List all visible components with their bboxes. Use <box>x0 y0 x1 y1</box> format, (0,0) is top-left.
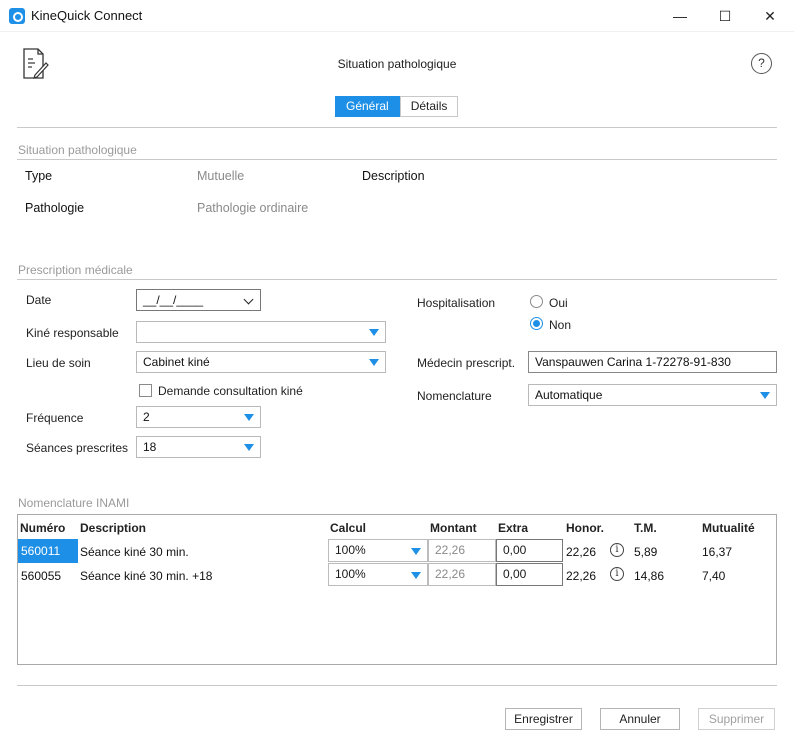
type-value: Mutuelle <box>197 169 245 183</box>
frequence-select[interactable]: 2 <box>136 406 261 428</box>
row2-calcul: 100% <box>335 567 366 581</box>
frequence-label: Fréquence <box>26 411 84 425</box>
seances-select[interactable]: 18 <box>136 436 261 458</box>
hospitalisation-label: Hospitalisation <box>417 296 496 310</box>
window-title: KineQuick Connect <box>31 8 143 23</box>
row1-mutualite: 16,37 <box>702 545 733 559</box>
nomenclature-label: Nomenclature <box>417 389 492 403</box>
row1-numero[interactable]: 560011 <box>18 539 78 563</box>
kine-label: Kiné responsable <box>26 326 119 340</box>
row1-montant: 22,26 <box>428 539 496 562</box>
cancel-button[interactable]: Annuler <box>600 708 680 730</box>
divider <box>17 685 777 686</box>
delete-button[interactable]: Supprimer <box>698 708 775 730</box>
chevron-down-icon <box>243 294 254 305</box>
row2-mutualite: 7,40 <box>702 569 726 583</box>
help-icon[interactable]: ? <box>751 53 772 74</box>
col-honor: Honor. <box>566 521 604 535</box>
info-icon[interactable]: i <box>610 543 624 557</box>
close-button[interactable]: ✕ <box>747 0 793 32</box>
inami-table <box>17 514 777 665</box>
dropdown-arrow-icon <box>760 392 770 399</box>
page-title: Situation pathologique <box>337 57 457 71</box>
frequence-value: 2 <box>143 410 150 424</box>
medecin-label: Médecin prescript. <box>417 356 516 370</box>
dropdown-arrow-icon <box>244 414 254 421</box>
col-calcul: Calcul <box>330 521 367 535</box>
medecin-input[interactable]: Vanspauwen Carina 1-72278-91-830 <box>528 351 777 373</box>
pathologie-value: Pathologie ordinaire <box>197 201 309 215</box>
row1-calcul: 100% <box>335 543 366 557</box>
seances-value: 18 <box>143 440 157 454</box>
dropdown-arrow-icon <box>244 444 254 451</box>
lieu-select[interactable]: Cabinet kiné <box>136 351 386 373</box>
dropdown-arrow-icon <box>411 548 421 555</box>
seances-label: Séances prescrites <box>26 441 129 455</box>
tab-details[interactable]: Détails <box>399 96 459 117</box>
demande-checkbox[interactable] <box>139 384 152 397</box>
lieu-value: Cabinet kiné <box>143 355 210 369</box>
radio-oui[interactable] <box>530 295 543 308</box>
divider <box>17 127 777 128</box>
row2-montant: 22,26 <box>428 563 496 586</box>
type-label: Type <box>25 169 53 183</box>
nomenclature-select[interactable]: Automatique <box>528 384 777 406</box>
nomenclature-value: Automatique <box>535 388 603 402</box>
tab-general[interactable]: Général <box>335 96 400 117</box>
minimize-button[interactable]: — <box>657 0 703 32</box>
medecin-value: Vanspauwen Carina 1-72278-91-830 <box>535 355 731 369</box>
app-logo-icon <box>9 8 25 24</box>
pathologie-label: Pathologie <box>25 201 85 215</box>
oui-label: Oui <box>549 296 568 310</box>
row2-extra-input[interactable]: 0,00 <box>496 563 563 586</box>
row1-calcul-select[interactable]: 100% <box>328 539 428 562</box>
date-value: __/__/____ <box>143 293 204 307</box>
dropdown-arrow-icon <box>369 329 379 336</box>
row2-description[interactable]: Séance kiné 30 min. +18 <box>80 569 212 583</box>
row1-honor: 22,26 <box>566 545 597 559</box>
col-extra: Extra <box>498 521 529 535</box>
divider <box>17 279 777 280</box>
row2-tm: 14,86 <box>634 569 665 583</box>
save-button[interactable]: Enregistrer <box>505 708 582 730</box>
section-situation-label: Situation pathologique <box>18 143 137 157</box>
row2-numero[interactable]: 560055 <box>21 569 61 583</box>
section-prescription-label: Prescription médicale <box>18 263 133 277</box>
info-icon[interactable]: i <box>610 567 624 581</box>
divider <box>17 159 777 160</box>
row1-extra-input[interactable]: 0,00 <box>496 539 563 562</box>
row2-calcul-select[interactable]: 100% <box>328 563 428 586</box>
radio-non[interactable] <box>530 317 543 330</box>
date-picker[interactable]: __/__/____ <box>136 289 261 311</box>
row1-tm: 5,89 <box>634 545 658 559</box>
date-label: Date <box>26 293 52 307</box>
non-label: Non <box>549 318 572 332</box>
col-numero: Numéro <box>20 521 66 535</box>
maximize-button[interactable]: ☐ <box>702 0 748 32</box>
col-mutualite: Mutualité <box>702 521 755 535</box>
description-label: Description <box>362 169 425 183</box>
demande-label: Demande consultation kiné <box>158 384 303 398</box>
tab-bar: Général Détails <box>335 96 459 117</box>
section-inami-label: Nomenclature INAMI <box>18 496 130 510</box>
lieu-label: Lieu de soin <box>26 356 91 370</box>
dropdown-arrow-icon <box>411 572 421 579</box>
dropdown-arrow-icon <box>369 359 379 366</box>
col-tm: T.M. <box>634 521 657 535</box>
col-description: Description <box>80 521 147 535</box>
maximize-icon: ☐ <box>718 7 732 24</box>
close-icon: ✕ <box>764 7 776 24</box>
kine-select[interactable] <box>136 321 386 343</box>
col-montant: Montant <box>430 521 477 535</box>
row1-description[interactable]: Séance kiné 30 min. <box>80 545 189 559</box>
row2-honor: 22,26 <box>566 569 597 583</box>
minimize-icon: — <box>673 8 687 24</box>
